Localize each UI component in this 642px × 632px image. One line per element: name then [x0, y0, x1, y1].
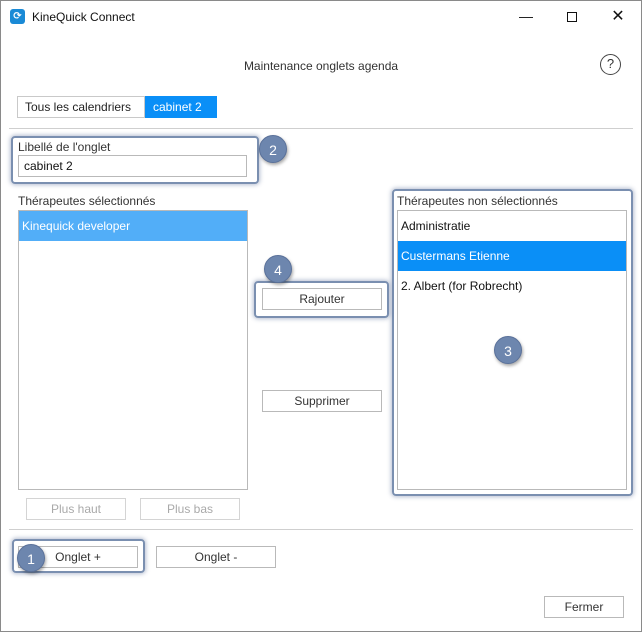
page-title: Maintenance onglets agenda: [243, 59, 399, 73]
title-bar[interactable]: ⟳ KineQuick Connect — ✕: [1, 1, 641, 32]
tab-all-calendars[interactable]: Tous les calendriers: [17, 96, 145, 118]
help-icon[interactable]: ?: [600, 54, 621, 75]
remove-tab-button[interactable]: Onglet -: [156, 546, 276, 568]
remove-therapist-button[interactable]: Supprimer: [262, 390, 382, 412]
list-item[interactable]: Kinequick developer: [19, 211, 247, 241]
callout-badge-4: 4: [264, 255, 292, 283]
tab-cabinet-2[interactable]: cabinet 2: [145, 96, 217, 118]
callout-badge-2: 2: [259, 135, 287, 163]
top-divider: [9, 128, 633, 129]
maximize-button[interactable]: [549, 1, 595, 32]
list-item[interactable]: 2. Albert (for Robrecht): [398, 271, 626, 301]
close-button[interactable]: Fermer: [544, 596, 624, 618]
add-therapist-button[interactable]: Rajouter: [262, 288, 382, 310]
minimize-button[interactable]: —: [503, 1, 549, 32]
bottom-divider: [9, 529, 633, 530]
tab-label-caption: Libellé de l'onglet: [18, 140, 111, 154]
unselected-therapists-label: Thérapeutes non sélectionnés: [397, 194, 558, 208]
tab-label-input[interactable]: [18, 155, 247, 177]
list-item[interactable]: Custermans Etienne: [398, 241, 626, 271]
selected-therapists-list[interactable]: Kinequick developer: [18, 210, 248, 490]
callout-badge-1: 1: [17, 544, 45, 572]
app-window: ⟳ KineQuick Connect — ✕ Maintenance ongl…: [0, 0, 642, 632]
close-icon: ✕: [611, 8, 625, 25]
window-title: KineQuick Connect: [32, 10, 135, 24]
maximize-icon: [567, 12, 577, 23]
move-up-button[interactable]: Plus haut: [26, 498, 126, 520]
list-item[interactable]: Administratie: [398, 211, 626, 241]
move-down-button[interactable]: Plus bas: [140, 498, 240, 520]
selected-therapists-label: Thérapeutes sélectionnés: [18, 194, 156, 208]
minimize-icon: —: [519, 8, 533, 24]
callout-badge-3: 3: [494, 336, 522, 364]
kinequick-logo-icon: ⟳: [10, 9, 25, 24]
close-window-button[interactable]: ✕: [595, 1, 641, 32]
